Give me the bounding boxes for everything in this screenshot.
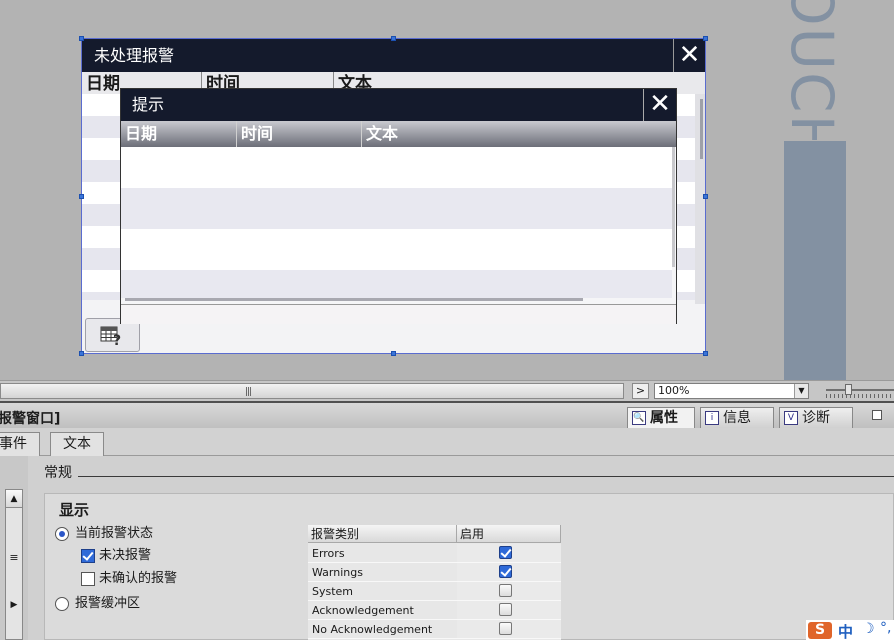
zoom-slider[interactable] xyxy=(826,383,894,399)
tip-table-header: 日期 时间 文本 xyxy=(121,121,676,147)
nav-scrollbar[interactable]: ▲ ≡ ▶ xyxy=(5,489,23,640)
slider-track xyxy=(826,389,894,391)
tip-window-footer xyxy=(121,304,676,324)
table-row[interactable] xyxy=(121,147,672,188)
scroll-right-button[interactable]: > xyxy=(632,383,649,399)
alarm-table-help-icon: ? xyxy=(100,326,121,347)
info-icon: i xyxy=(705,411,719,425)
checkbox-pending-alarms[interactable]: 未决报警 xyxy=(81,547,151,565)
close-icon[interactable]: ✕ xyxy=(643,89,676,121)
radio-button[interactable] xyxy=(55,597,69,611)
close-icon[interactable]: ✕ xyxy=(673,39,705,72)
radio-alarm-buffer[interactable]: 报警缓冲区 xyxy=(55,595,140,613)
column-header-time[interactable]: 时间 xyxy=(237,121,362,147)
table-row: Errors xyxy=(308,544,561,563)
design-canvas[interactable]: OUCH 未处理报警 ✕ 日期 时间 文本 xyxy=(0,0,894,380)
table-row: No Acknowledgement xyxy=(308,620,561,639)
tab-events[interactable]: 事件 xyxy=(0,432,40,456)
resize-handle[interactable] xyxy=(703,36,708,41)
slider-knob[interactable] xyxy=(845,384,852,395)
display-group: 显示 当前报警状态 未决报警 未确认的报警 报警缓冲区 报警类别 启用 Erro… xyxy=(44,493,894,640)
zoom-select[interactable]: 100% ▼ xyxy=(654,383,809,399)
restore-icon[interactable] xyxy=(872,410,882,420)
tip-window-title: 提示 xyxy=(121,89,676,121)
alarm-class-table: 报警类别 启用 Errors Warnings System Acknowled… xyxy=(308,525,561,640)
zoom-value: 100% xyxy=(658,384,690,397)
punctuation-icon[interactable]: °, xyxy=(880,620,891,636)
table-row[interactable] xyxy=(121,270,672,298)
scroll-grip-icon[interactable]: ≡ xyxy=(6,550,22,566)
tab-texts[interactable]: 文本 xyxy=(50,432,104,456)
table-row[interactable] xyxy=(121,188,672,229)
tip-window[interactable]: 提示 ✕ 日期 时间 文本 xyxy=(120,88,677,324)
scrollbar-thumb[interactable] xyxy=(700,99,703,159)
resize-handle[interactable] xyxy=(79,36,84,41)
alarm-class-name: No Acknowledgement xyxy=(308,620,457,639)
alarm-window-title: 未处理报警 xyxy=(82,39,705,72)
brand-bar xyxy=(784,141,846,380)
diagnostics-icon: V xyxy=(784,411,798,425)
properties-icon: 🔍 xyxy=(632,411,646,425)
chevron-up-icon[interactable]: ▲ xyxy=(6,490,22,508)
tab-info[interactable]: i 信息 xyxy=(700,407,774,429)
scroll-grip-icon: ||| xyxy=(245,387,252,397)
enable-checkbox[interactable] xyxy=(499,546,512,559)
resize-handle[interactable] xyxy=(703,351,708,356)
column-header-enabled[interactable]: 启用 xyxy=(457,525,561,543)
column-header-alarm-class[interactable]: 报警类别 xyxy=(308,525,457,543)
checkbox[interactable] xyxy=(81,549,95,563)
chevron-right-icon[interactable]: ▶ xyxy=(6,600,22,610)
group-title: 显示 xyxy=(59,501,90,519)
enable-checkbox[interactable] xyxy=(499,565,512,578)
inspector-nav-column: ▲ ≡ ▶ xyxy=(0,456,28,640)
enable-checkbox[interactable] xyxy=(499,584,512,597)
table-row: System xyxy=(308,582,561,601)
tip-table-rows xyxy=(121,147,672,298)
section-divider xyxy=(78,476,894,477)
inspector-title-bar: 报警窗口] 🔍 属性 i 信息 V 诊断 xyxy=(0,401,894,429)
enable-checkbox[interactable] xyxy=(499,622,512,635)
canvas-horizontal-scrollbar[interactable]: ||| xyxy=(0,383,624,399)
table-row: Warnings xyxy=(308,563,561,582)
vertical-scrollbar[interactable] xyxy=(672,147,675,267)
alarm-class-name: Acknowledgement xyxy=(308,601,457,620)
input-mode-indicator[interactable]: 中 xyxy=(838,621,853,640)
chevron-down-icon[interactable]: ▼ xyxy=(794,384,808,398)
column-header-text[interactable]: 文本 xyxy=(362,121,676,147)
resize-handle[interactable] xyxy=(391,36,396,41)
checkbox[interactable] xyxy=(81,572,95,586)
alarm-class-name: Errors xyxy=(308,544,457,563)
brand-watermark: OUCH xyxy=(786,0,846,140)
column-header-date[interactable]: 日期 xyxy=(121,121,237,147)
checkbox-unacknowledged-alarms[interactable]: 未确认的报警 xyxy=(81,570,177,588)
section-label-general: 常规 xyxy=(44,465,72,481)
slider-ticks xyxy=(826,394,894,398)
horizontal-scrollbar[interactable] xyxy=(125,298,583,301)
tab-diagnostics[interactable]: V 诊断 xyxy=(779,407,853,429)
alarm-class-name: System xyxy=(308,582,457,601)
resize-handle[interactable] xyxy=(79,351,84,356)
resize-handle[interactable] xyxy=(703,194,708,199)
radio-button[interactable] xyxy=(55,527,69,541)
enable-checkbox[interactable] xyxy=(499,603,512,616)
sogou-logo-icon[interactable]: S xyxy=(808,622,832,639)
alarm-class-name: Warnings xyxy=(308,563,457,582)
radio-current-alarm-state[interactable]: 当前报警状态 xyxy=(55,525,153,543)
resize-handle[interactable] xyxy=(79,194,84,199)
inspector-title: 报警窗口] xyxy=(0,411,61,427)
inspector-content: 常规 显示 当前报警状态 未决报警 未确认的报警 报警缓冲区 报警类别 启用 E… xyxy=(28,456,894,640)
moon-icon[interactable]: ☽ xyxy=(862,621,875,637)
canvas-status-strip: ||| > 100% ▼ xyxy=(0,380,894,401)
svg-text:?: ? xyxy=(113,333,121,347)
ime-toolbar[interactable]: S 中 ☽ °, xyxy=(806,620,894,640)
table-row[interactable] xyxy=(121,229,672,270)
table-row: Acknowledgement xyxy=(308,601,561,620)
tab-properties[interactable]: 🔍 属性 xyxy=(627,407,695,429)
resize-handle[interactable] xyxy=(391,351,396,356)
inspector-subtabs: 事件 文本 xyxy=(0,428,894,456)
